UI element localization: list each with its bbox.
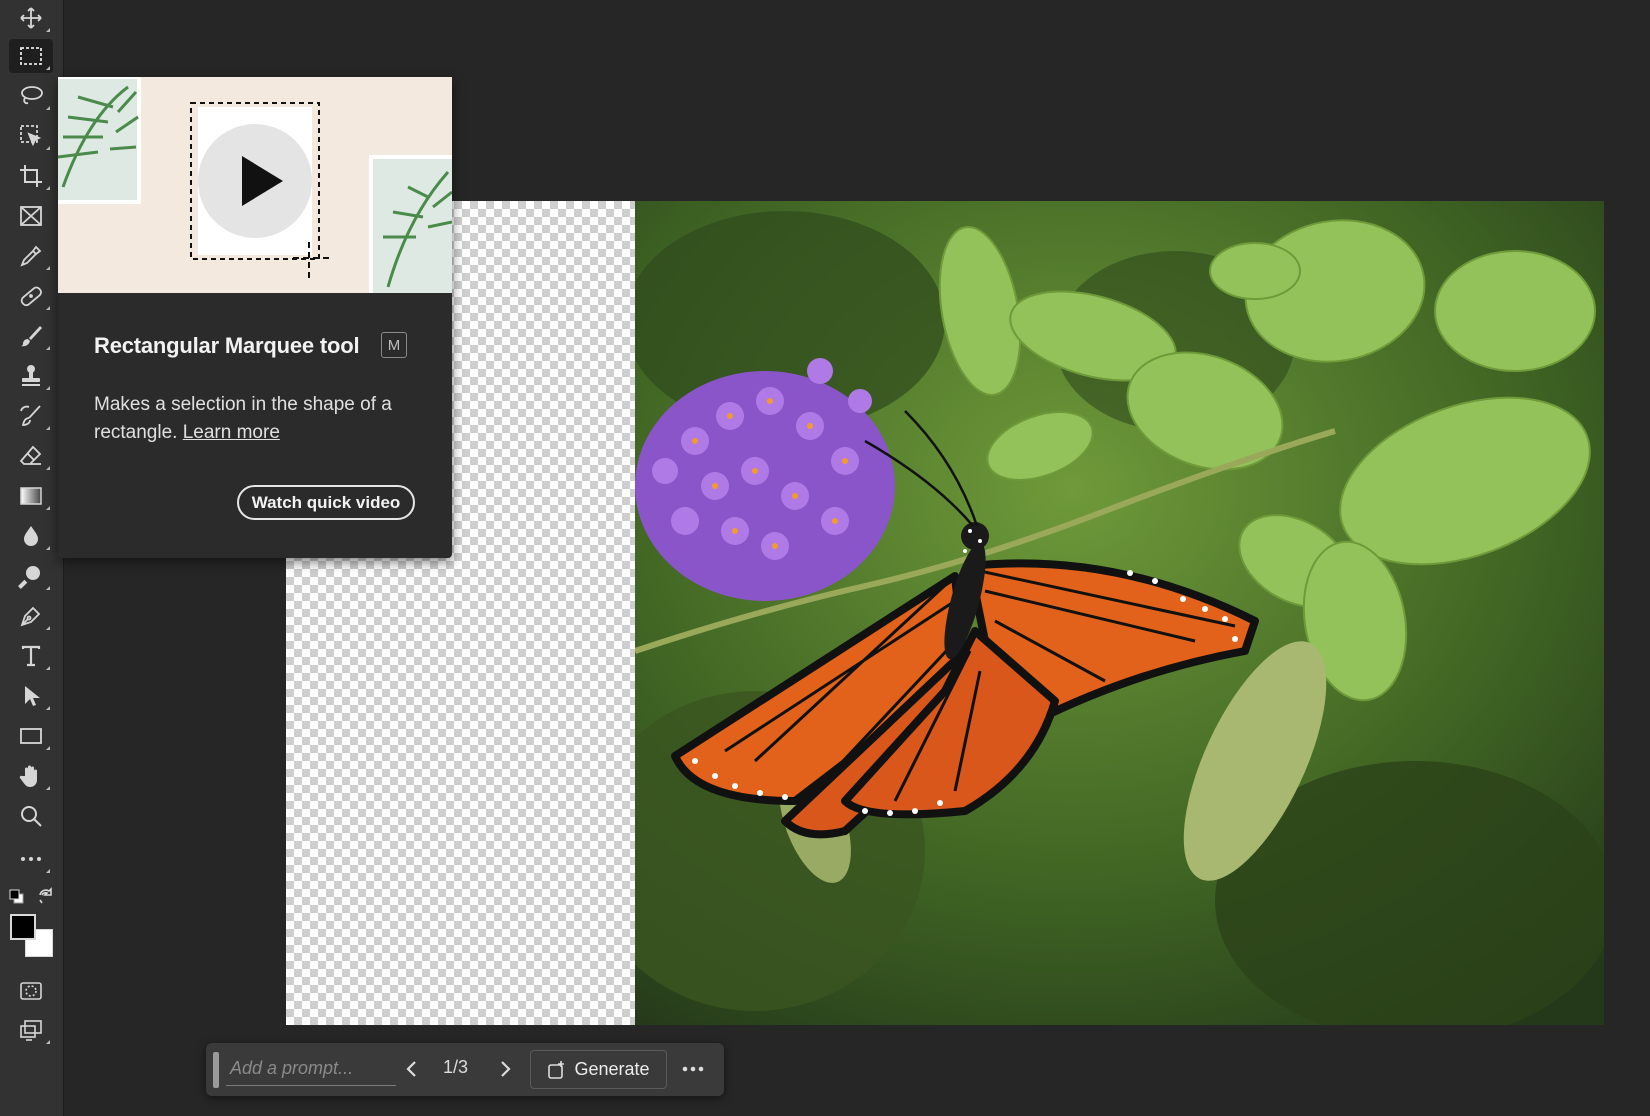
gradient-icon <box>20 487 42 505</box>
healing-brush-tool[interactable] <box>9 279 53 313</box>
tool-tooltip-panel: Rectangular Marquee tool M Makes a selec… <box>58 77 452 558</box>
crop-icon <box>20 165 42 187</box>
drop-icon <box>24 526 38 546</box>
watch-quick-video-button[interactable]: Watch quick video <box>237 485 415 520</box>
rectangle-tool[interactable] <box>9 719 53 753</box>
contextual-taskbar: Add a prompt... 1/3 Generate <box>206 1043 724 1096</box>
previous-variation-button[interactable] <box>399 1056 425 1082</box>
eyedropper-tool[interactable] <box>9 239 53 273</box>
pen-tool[interactable] <box>9 599 53 633</box>
swap-colors-icon[interactable] <box>37 887 55 905</box>
generate-icon <box>548 1060 565 1079</box>
rectangular-marquee-tool[interactable] <box>9 39 53 73</box>
blur-tool[interactable] <box>9 519 53 553</box>
history-brush-tool[interactable] <box>9 399 53 433</box>
screen-mode-icon <box>20 1020 42 1041</box>
hand-tool[interactable] <box>9 759 53 793</box>
pen-icon <box>20 606 41 627</box>
type-tool[interactable] <box>9 639 53 673</box>
shortcut-badge: M <box>381 332 407 358</box>
zoom-icon <box>21 806 42 827</box>
more-icon <box>21 857 41 861</box>
next-variation-button[interactable] <box>492 1056 518 1082</box>
quick-mask-button[interactable] <box>9 974 53 1008</box>
brush-icon <box>21 326 42 347</box>
chevron-left-icon <box>406 1061 416 1077</box>
tooltip-video-preview[interactable] <box>58 77 452 293</box>
tooltip-title: Rectangular Marquee tool <box>94 333 360 358</box>
brush-tool[interactable] <box>9 319 53 353</box>
path-selection-tool[interactable] <box>9 679 53 713</box>
object-selection-tool[interactable] <box>9 119 53 153</box>
screen-mode-button[interactable] <box>9 1013 53 1047</box>
tooltip-description: Makes a selection in the shape of a rect… <box>94 391 424 447</box>
gradient-tool[interactable] <box>9 479 53 513</box>
rectangle-icon <box>20 728 42 744</box>
dodge-icon <box>18 566 40 589</box>
generate-button[interactable]: Generate <box>530 1050 667 1089</box>
crop-tool[interactable] <box>9 159 53 193</box>
taskbar-drag-handle[interactable] <box>213 1052 219 1088</box>
object-select-icon <box>20 125 42 147</box>
chevron-right-icon <box>501 1061 511 1077</box>
type-icon <box>21 645 41 667</box>
stamp-icon <box>22 365 40 386</box>
move-icon <box>20 7 42 29</box>
more-options-button[interactable] <box>678 1056 708 1082</box>
generate-label: Generate <box>574 1059 650 1079</box>
tools-panel <box>0 0 64 1116</box>
foreground-color-swatch[interactable] <box>10 914 36 940</box>
arrow-icon <box>25 686 40 706</box>
lasso-icon <box>21 86 43 105</box>
eraser-icon <box>19 445 42 465</box>
move-tool[interactable] <box>9 1 53 35</box>
frame-tool[interactable] <box>9 199 53 233</box>
butterfly-photo[interactable] <box>635 201 1604 1025</box>
prompt-input[interactable]: Add a prompt... <box>226 1052 396 1086</box>
learn-more-link[interactable]: Learn more <box>183 422 280 443</box>
eraser-tool[interactable] <box>9 439 53 473</box>
history-brush-icon <box>20 405 41 426</box>
frame-icon <box>20 206 42 226</box>
dodge-tool[interactable] <box>9 559 53 593</box>
edit-toolbar-button[interactable] <box>9 842 53 876</box>
eyedropper-icon <box>20 245 42 267</box>
hand-icon <box>19 765 37 787</box>
variation-pager: 1/3 <box>443 1057 469 1077</box>
bandage-icon <box>20 286 42 307</box>
clone-stamp-tool[interactable] <box>9 359 53 393</box>
marquee-icon <box>20 47 42 65</box>
lasso-tool[interactable] <box>9 79 53 113</box>
more-icon <box>682 1066 704 1072</box>
quick-mask-icon <box>20 982 42 1000</box>
zoom-tool[interactable] <box>9 799 53 833</box>
default-colors-icon[interactable] <box>9 889 25 905</box>
